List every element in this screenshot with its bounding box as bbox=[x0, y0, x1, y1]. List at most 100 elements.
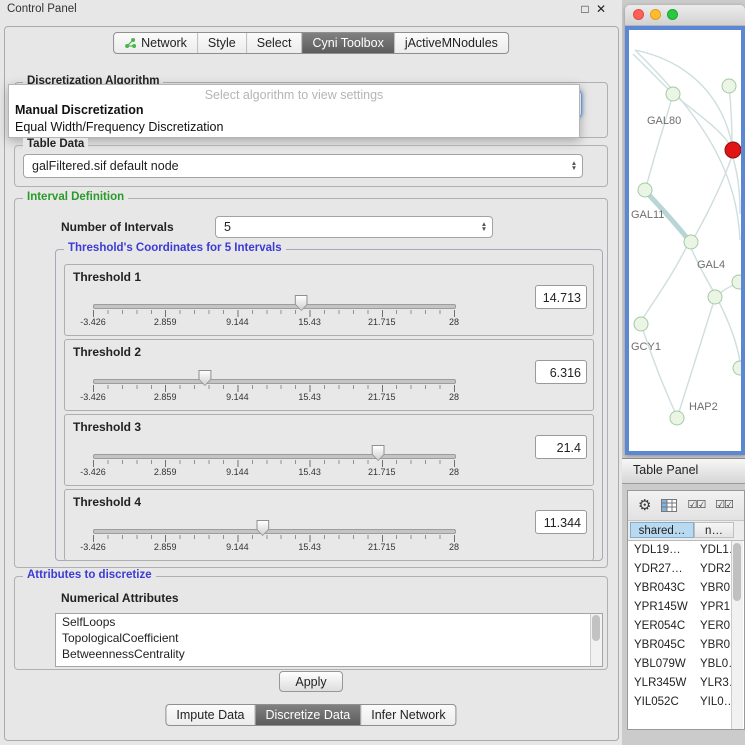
attributes-scrollbar[interactable] bbox=[590, 614, 602, 666]
tab-jactivemnodules[interactable]: jActiveMNodules bbox=[394, 33, 508, 53]
threshold-value-field[interactable]: 14.713 bbox=[535, 285, 587, 309]
slider-major-ticks bbox=[93, 385, 456, 392]
network-node[interactable] bbox=[722, 79, 736, 93]
numerical-attributes-heading: Numerical Attributes bbox=[61, 591, 179, 605]
list-item[interactable]: SelfLoops bbox=[56, 614, 602, 630]
attributes-group: Attributes to discretize Numerical Attri… bbox=[14, 576, 608, 670]
select-all-checkboxes-icon[interactable]: ☑☑ bbox=[687, 500, 705, 511]
dropdown-placeholder: Select algorithm to view settings bbox=[9, 85, 579, 102]
network-node[interactable] bbox=[670, 411, 684, 425]
table-row[interactable]: YLR345WYLR3… bbox=[628, 674, 744, 693]
slider-track[interactable] bbox=[93, 529, 456, 534]
table-data-group: Table Data galFiltered.sif default node … bbox=[14, 145, 608, 187]
threshold-label: Threshold 4 bbox=[73, 495, 141, 509]
tab-style[interactable]: Style bbox=[197, 33, 246, 53]
network-icon bbox=[124, 37, 137, 49]
num-intervals-combobox[interactable]: 5 ▲▼ bbox=[215, 216, 493, 238]
threshold-label: Threshold 3 bbox=[73, 420, 141, 434]
table-row[interactable]: YPR145WYPR1… bbox=[628, 598, 744, 617]
svg-text:GCY1: GCY1 bbox=[631, 341, 661, 353]
float-icon[interactable]: □ bbox=[578, 2, 592, 16]
dropdown-option-equal-width[interactable]: Equal Width/Frequency Discretization bbox=[9, 119, 579, 136]
dropdown-option-manual[interactable]: Manual Discretization bbox=[9, 102, 579, 119]
table-row[interactable]: YBR043CYBR0… bbox=[628, 579, 744, 598]
interval-definition-title: Interval Definition bbox=[23, 191, 128, 203]
bottom-tab-bar: Impute Data Discretize Data Infer Networ… bbox=[165, 704, 456, 726]
threshold-value-field[interactable]: 21.4 bbox=[535, 435, 587, 459]
combo-spinner-icon[interactable]: ▲▼ bbox=[566, 161, 582, 171]
table-data-combobox[interactable]: galFiltered.sif default node ▲▼ bbox=[23, 154, 583, 178]
slider-track[interactable] bbox=[93, 379, 456, 384]
num-intervals-value: 5 bbox=[216, 220, 476, 234]
slider-track[interactable] bbox=[93, 454, 456, 459]
window-title: Control Panel bbox=[7, 3, 77, 15]
screen: Control Panel □ ✕ Network Style Select C… bbox=[0, 0, 745, 745]
algorithm-dropdown-popup: Select algorithm to view settings Manual… bbox=[8, 84, 580, 138]
table-scrollbar[interactable] bbox=[731, 541, 743, 729]
svg-text:HAP2: HAP2 bbox=[689, 401, 718, 413]
table-panel-header: Table Panel bbox=[622, 458, 745, 484]
network-node-selected[interactable] bbox=[725, 142, 741, 158]
table-row[interactable]: YDL19…YDL1… bbox=[628, 541, 744, 560]
tab-infer-network[interactable]: Infer Network bbox=[360, 705, 455, 725]
threshold-label: Threshold 1 bbox=[73, 270, 141, 284]
tab-cyni-toolbox[interactable]: Cyni Toolbox bbox=[301, 33, 393, 53]
list-item[interactable]: TopologicalCoefficient bbox=[56, 630, 602, 646]
apply-button[interactable]: Apply bbox=[279, 671, 343, 692]
threshold-panel-4: Threshold 4 -3.426 2.859 9.144 15.43 21.… bbox=[64, 489, 594, 561]
tab-discretize-data[interactable]: Discretize Data bbox=[255, 705, 361, 725]
table-row[interactable]: YIL052CYIL0… bbox=[628, 693, 744, 712]
tab-impute-data[interactable]: Impute Data bbox=[166, 705, 254, 725]
gear-icon[interactable]: ⚙ bbox=[638, 498, 651, 513]
deselect-checkboxes-icon[interactable]: ☑☑ bbox=[715, 500, 733, 511]
network-node[interactable] bbox=[732, 275, 741, 289]
close-traffic-button[interactable] bbox=[633, 9, 644, 20]
table-panel: ⚙ ☑☑ ☑☑ shared… n… YDL19…YDL1… YDR27…YDR… bbox=[627, 490, 745, 730]
column-header-shared-name[interactable]: shared… bbox=[630, 522, 694, 538]
threshold-value-field[interactable]: 6.316 bbox=[535, 360, 587, 384]
network-node[interactable] bbox=[634, 317, 648, 331]
slider-scale: -3.426 2.859 9.144 15.43 21.715 28 bbox=[93, 392, 454, 402]
svg-text:GAL4: GAL4 bbox=[697, 259, 725, 271]
table-row[interactable]: YBR045CYBR0… bbox=[628, 636, 744, 655]
minimize-traffic-button[interactable] bbox=[650, 9, 661, 20]
network-node[interactable] bbox=[666, 87, 680, 101]
slider-scale: -3.426 2.859 9.144 15.43 21.715 28 bbox=[93, 542, 454, 552]
threshold-panel-1: Threshold 1 -3.426 2.859 9.144 15.43 21.… bbox=[64, 264, 594, 336]
columns-icon[interactable] bbox=[661, 499, 677, 512]
table-row[interactable]: YER054CYER0… bbox=[628, 617, 744, 636]
control-panel-titlebar: Control Panel □ ✕ bbox=[0, 0, 622, 20]
attributes-group-title: Attributes to discretize bbox=[23, 569, 156, 581]
threshold-label: Threshold 2 bbox=[73, 345, 141, 359]
table-panel-title: Table Panel bbox=[633, 463, 698, 477]
table-data-value: galFiltered.sif default node bbox=[24, 159, 566, 173]
svg-text:GAL11: GAL11 bbox=[631, 209, 664, 221]
slider-track[interactable] bbox=[93, 304, 456, 309]
attributes-listbox: SelfLoops TopologicalCoefficient Between… bbox=[55, 613, 603, 667]
tab-select[interactable]: Select bbox=[246, 33, 302, 53]
list-item[interactable]: BetweennessCentrality bbox=[56, 646, 602, 662]
threshold-panel-2: Threshold 2 -3.426 2.859 9.144 15.43 21.… bbox=[64, 339, 594, 411]
column-header-name[interactable]: n… bbox=[694, 522, 734, 538]
table-row[interactable]: YBL079WYBL0… bbox=[628, 655, 744, 674]
network-node[interactable] bbox=[733, 361, 741, 375]
table-toolbar: ⚙ ☑☑ ☑☑ bbox=[628, 491, 744, 521]
threshold-value-field[interactable]: 11.344 bbox=[535, 510, 587, 534]
network-canvas[interactable]: GAL80 GAL11 GAL4 GCY1 HAP2 bbox=[625, 26, 745, 455]
network-node[interactable] bbox=[708, 290, 722, 304]
tab-network[interactable]: Network bbox=[114, 33, 197, 53]
slider-scale: -3.426 2.859 9.144 15.43 21.715 28 bbox=[93, 317, 454, 327]
network-view-window: GAL80 GAL11 GAL4 GCY1 HAP2 bbox=[625, 5, 745, 455]
zoom-traffic-button[interactable] bbox=[667, 9, 678, 20]
network-edges bbox=[633, 50, 740, 412]
combo-spinner-icon[interactable]: ▲▼ bbox=[476, 222, 492, 232]
network-nodes bbox=[634, 79, 741, 425]
table-row[interactable]: YDR27…YDR2… bbox=[628, 560, 744, 579]
close-icon[interactable]: ✕ bbox=[594, 2, 608, 16]
slider-major-ticks bbox=[93, 310, 456, 317]
tab-label: Network bbox=[141, 33, 187, 53]
threshold-panel-3: Threshold 3 -3.426 2.859 9.144 15.43 21.… bbox=[64, 414, 594, 486]
network-node[interactable] bbox=[638, 183, 652, 197]
thresholds-group-title: Threshold's Coordinates for 5 Intervals bbox=[64, 242, 286, 254]
network-node[interactable] bbox=[684, 235, 698, 249]
